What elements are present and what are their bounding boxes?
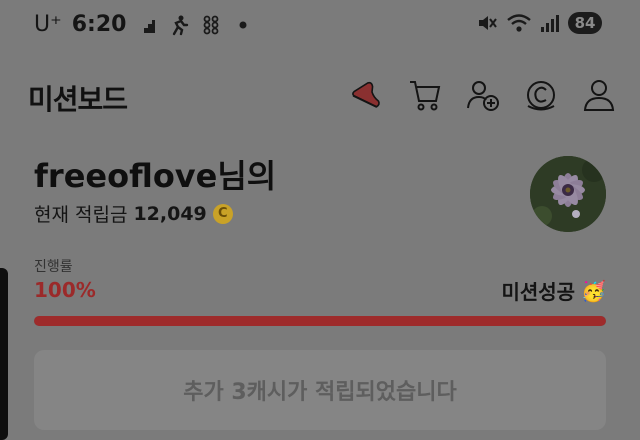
clock-time: 6:20 <box>71 12 127 37</box>
status-left: U⁺ 6:20 <box>34 12 254 37</box>
profile-icon[interactable] <box>578 74 620 116</box>
mission-status-text: 미션성공 <box>501 280 576 304</box>
flower-photo <box>530 156 606 232</box>
carrier-label: U⁺ <box>34 12 62 37</box>
points-value: 12,049 <box>133 202 207 225</box>
app-header: 미션보드 <box>0 70 640 122</box>
add-friend-icon[interactable] <box>462 74 504 116</box>
avatar[interactable] <box>530 156 606 232</box>
battery-indicator: 84 <box>568 12 602 34</box>
status-bar: U⁺ 6:20 84 <box>0 0 640 52</box>
coin-icon: C <box>212 203 233 224</box>
cash-icon[interactable] <box>520 74 562 116</box>
result-message: 추가 3캐시가 적립되었습니다 <box>183 380 457 405</box>
mission-status: 미션성공 🥳 <box>501 276 606 305</box>
points-label: 현재 적립금 <box>34 204 128 226</box>
shoe-icon[interactable] <box>346 74 388 116</box>
side-handle[interactable] <box>0 268 8 440</box>
points-line: 현재 적립금 12,049 C <box>34 200 276 227</box>
status-right: 84 <box>476 12 602 34</box>
user-name-line: freeoflove님의 <box>34 157 277 195</box>
header-icon-group <box>346 74 620 116</box>
progress-bar-fill <box>34 316 606 326</box>
progress-bar <box>34 316 606 326</box>
signal-icon <box>541 15 559 32</box>
result-button[interactable]: 추가 3캐시가 적립되었습니다 <box>34 350 606 430</box>
progress-label: 진행률 <box>34 259 73 275</box>
cart-icon[interactable] <box>404 74 446 116</box>
progress-percent: 100% <box>34 278 96 302</box>
dot-icon <box>239 21 247 28</box>
user-summary: freeoflove님의 현재 적립금 12,049 C <box>34 156 276 227</box>
stairs-icon <box>139 19 156 33</box>
page-title: 미션보드 <box>28 83 128 116</box>
mute-icon <box>479 16 497 30</box>
grid-app-icon <box>204 15 219 34</box>
run-icon <box>173 15 189 35</box>
party-emoji-icon: 🥳 <box>581 278 606 303</box>
wifi-icon <box>507 14 531 32</box>
